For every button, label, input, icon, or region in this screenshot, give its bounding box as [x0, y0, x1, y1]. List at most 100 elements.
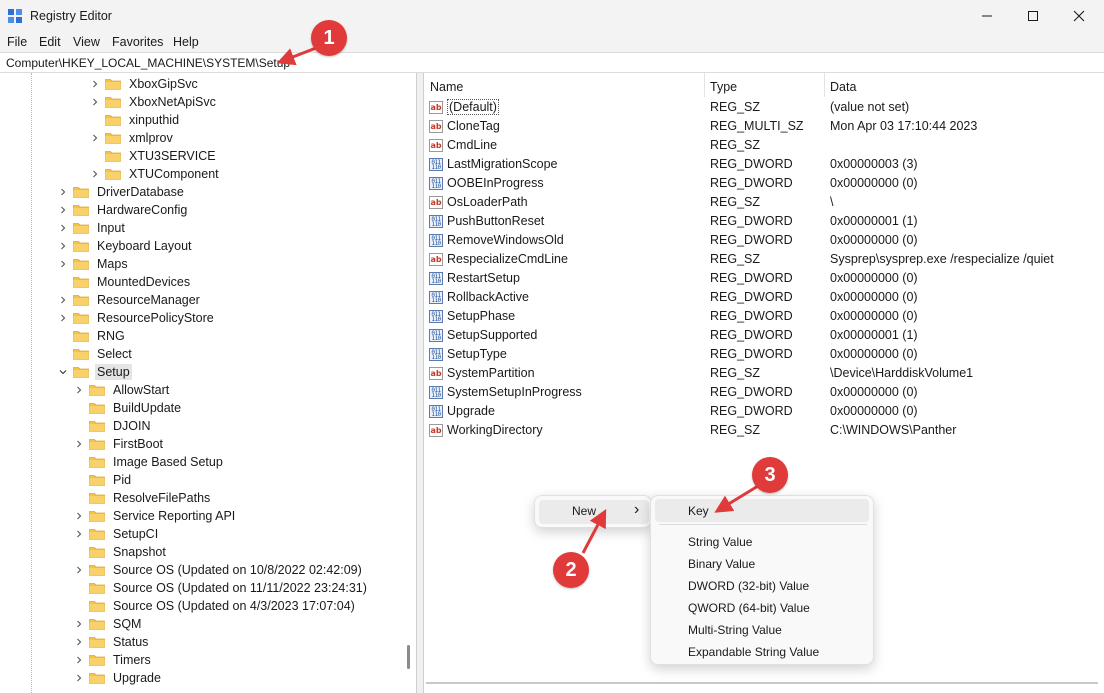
table-row[interactable]: 011 110 Upgrade REG_DWORD 0x00000000 (0) [424, 402, 1104, 421]
table-row[interactable]: ab RespecializeCmdLine REG_SZ Sysprep\syspr… [424, 250, 1104, 269]
address-bar[interactable]: Computer\HKEY_LOCAL_MACHINE\SYSTEM\Setup [0, 52, 1104, 73]
tree-item[interactable]: Snapshot [72, 543, 168, 561]
chevron-right-icon[interactable] [88, 165, 102, 183]
chevron-right-icon[interactable] [56, 219, 70, 237]
tree-item[interactable]: DJOIN [72, 417, 153, 435]
maximize-button[interactable] [1010, 0, 1056, 32]
tree-item[interactable]: RNG [56, 327, 127, 345]
tree-item[interactable]: Image Based Setup [72, 453, 225, 471]
tree-item[interactable]: Maps [56, 255, 130, 273]
key-tree-pane[interactable]: XboxGipSvc XboxNetApiSvc xinputhid xmlprov X… [0, 73, 417, 693]
tree-item[interactable]: Status [72, 633, 150, 651]
chevron-right-icon[interactable] [72, 381, 86, 399]
tree-item[interactable]: Setup [56, 363, 132, 381]
chevron-right-icon[interactable] [72, 507, 86, 525]
tree-item[interactable]: Source OS (Updated on 4/3/2023 17:07:04) [72, 597, 357, 615]
table-row[interactable]: 011 110 SetupType REG_DWORD 0x00000000 (0) [424, 345, 1104, 364]
tree-scrollbar-thumb[interactable] [407, 645, 410, 669]
table-row[interactable]: 011 110 RollbackActive REG_DWORD 0x00000000 … [424, 288, 1104, 307]
table-row[interactable]: ab WorkingDirectory REG_SZ C:\WINDOWS\Panth… [424, 421, 1104, 440]
chevron-right-icon[interactable] [72, 615, 86, 633]
context-menu-new[interactable]: New [572, 504, 596, 518]
column-header-data[interactable]: Data [824, 73, 1104, 97]
menu-file[interactable]: File [7, 35, 27, 49]
binary-value-icon: 011 110 [429, 329, 443, 342]
tree-item[interactable]: Pid [72, 471, 133, 489]
chevron-right-icon[interactable] [72, 633, 86, 651]
table-row[interactable]: 011 110 OOBEInProgress REG_DWORD 0x00000000 … [424, 174, 1104, 193]
chevron-right-icon[interactable] [72, 651, 86, 669]
tree-item[interactable]: Select [56, 345, 134, 363]
chevron-right-icon[interactable] [56, 309, 70, 327]
submenu-dword-value[interactable]: DWORD (32-bit) Value [688, 579, 809, 593]
table-row[interactable]: 011 110 SetupPhase REG_DWORD 0x00000000 (0) [424, 307, 1104, 326]
tree-item[interactable]: ResourceManager [56, 291, 202, 309]
submenu-string-value[interactable]: String Value [688, 535, 752, 549]
minimize-button[interactable] [964, 0, 1010, 32]
table-row[interactable]: 011 110 RemoveWindowsOld REG_DWORD 0x0000000… [424, 231, 1104, 250]
menu-edit[interactable]: Edit [39, 35, 61, 49]
chevron-right-icon[interactable] [72, 561, 86, 579]
submenu-key[interactable]: Key [688, 504, 709, 518]
tree-item[interactable]: ResourcePolicyStore [56, 309, 216, 327]
tree-item[interactable]: XTUComponent [88, 165, 221, 183]
tree-item[interactable]: BuildUpdate [72, 399, 183, 417]
tree-item[interactable]: Upgrade [72, 669, 163, 687]
tree-item[interactable]: DriverDatabase [56, 183, 186, 201]
table-row[interactable]: ab SystemPartition REG_SZ \Device\HarddiskV… [424, 364, 1104, 383]
tree-item[interactable]: XTU3SERVICE [88, 147, 218, 165]
chevron-down-icon[interactable] [56, 363, 70, 381]
menu-favorites[interactable]: Favorites [112, 35, 163, 49]
address-path[interactable]: Computer\HKEY_LOCAL_MACHINE\SYSTEM\Setup [6, 56, 290, 70]
chevron-right-icon[interactable] [88, 75, 102, 93]
menu-help[interactable]: Help [173, 35, 199, 49]
tree-item[interactable]: SQM [72, 615, 143, 633]
submenu-binary-value[interactable]: Binary Value [688, 557, 755, 571]
table-row[interactable]: 011 110 SystemSetupInProgress REG_DWORD 0x00… [424, 383, 1104, 402]
tree-item[interactable]: FirstBoot [72, 435, 165, 453]
chevron-right-icon[interactable] [72, 669, 86, 687]
tree-item[interactable]: xmlprov [88, 129, 175, 147]
tree-item[interactable]: Input [56, 219, 127, 237]
tree-item[interactable]: MountedDevices [56, 273, 192, 291]
table-row[interactable]: 011 110 LastMigrationScope REG_DWORD 0x00000… [424, 155, 1104, 174]
chevron-right-icon[interactable] [56, 183, 70, 201]
tree-item[interactable]: SetupCI [72, 525, 160, 543]
table-row[interactable]: ab (Default) REG_SZ (value not set) [424, 98, 1104, 117]
chevron-right-icon[interactable] [72, 435, 86, 453]
chevron-right-icon[interactable] [56, 255, 70, 273]
tree-item[interactable]: Source OS (Updated on 11/11/2022 23:24:3… [72, 579, 369, 597]
table-row[interactable]: ab CmdLine REG_SZ [424, 136, 1104, 155]
close-button[interactable] [1056, 0, 1102, 32]
chevron-right-icon[interactable] [88, 93, 102, 111]
tree-item[interactable]: AllowStart [72, 381, 171, 399]
tree-item[interactable]: Source OS (Updated on 10/8/2022 02:42:09… [72, 561, 364, 579]
chevron-right-icon[interactable] [56, 237, 70, 255]
tree-item[interactable]: XboxGipSvc [88, 75, 200, 93]
column-header-type[interactable]: Type [704, 73, 824, 97]
chevron-right-icon[interactable] [56, 291, 70, 309]
horizontal-scrollbar-track[interactable] [426, 682, 1098, 684]
menu-view[interactable]: View [73, 35, 100, 49]
tree-item[interactable]: xinputhid [88, 111, 181, 129]
column-header-name[interactable]: Name [424, 73, 704, 97]
tree-item-label: Input [97, 221, 125, 235]
table-row[interactable]: 011 110 SetupSupported REG_DWORD 0x00000001 … [424, 326, 1104, 345]
submenu-expandable-string-value[interactable]: Expandable String Value [688, 645, 819, 659]
tree-item[interactable]: Service Reporting API [72, 507, 237, 525]
chevron-right-icon[interactable] [88, 129, 102, 147]
tree-item[interactable]: HardwareConfig [56, 201, 189, 219]
tree-item[interactable]: XboxNetApiSvc [88, 93, 218, 111]
chevron-right-icon[interactable] [72, 525, 86, 543]
horizontal-scrollbar[interactable] [426, 675, 1098, 691]
chevron-right-icon[interactable] [56, 201, 70, 219]
submenu-qword-value[interactable]: QWORD (64-bit) Value [688, 601, 810, 615]
tree-item[interactable]: Keyboard Layout [56, 237, 194, 255]
submenu-multi-string-value[interactable]: Multi-String Value [688, 623, 782, 637]
table-row[interactable]: 011 110 RestartSetup REG_DWORD 0x00000000 (0… [424, 269, 1104, 288]
tree-item[interactable]: ResolveFilePaths [72, 489, 212, 507]
tree-item[interactable]: Timers [72, 651, 153, 669]
table-row[interactable]: ab CloneTag REG_MULTI_SZ Mon Apr 03 17:10:4… [424, 117, 1104, 136]
table-row[interactable]: ab OsLoaderPath REG_SZ \ [424, 193, 1104, 212]
table-row[interactable]: 011 110 PushButtonReset REG_DWORD 0x00000001… [424, 212, 1104, 231]
